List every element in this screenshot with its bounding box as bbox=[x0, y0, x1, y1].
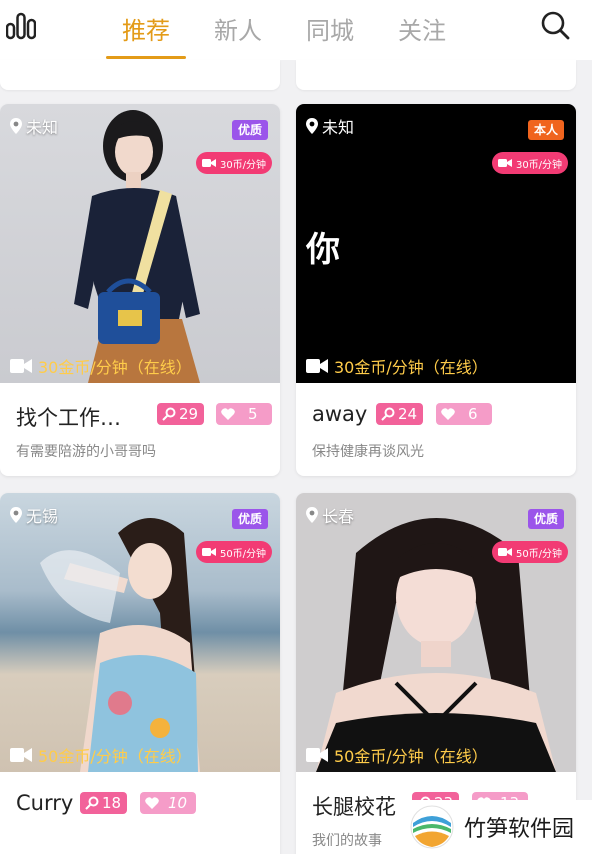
user-bio: 有需要陪游的小哥哥吗 bbox=[16, 444, 156, 460]
location-label: 长春 bbox=[304, 503, 354, 527]
key-icon bbox=[85, 796, 99, 810]
key-stat: 24 bbox=[376, 403, 424, 425]
user-photo[interactable]: 无锡 优质 50币/分钟 50金币/分钟（在线） bbox=[0, 493, 280, 772]
user-photo[interactable]: 未知 优质 30币/分钟 30金币/分钟（在线） bbox=[0, 104, 280, 383]
tab-same-city[interactable]: 同城 bbox=[284, 12, 376, 56]
heart-icon bbox=[221, 408, 235, 420]
user-bio: 保持健康再谈风光 bbox=[312, 444, 424, 460]
user-photo[interactable]: 长春 优质 50币/分钟 50金币/分钟（在线） bbox=[296, 493, 576, 772]
heart-icon bbox=[145, 797, 159, 809]
heart-stat: 5 bbox=[216, 403, 272, 425]
location-pin-icon bbox=[10, 507, 22, 523]
search-icon[interactable] bbox=[540, 10, 570, 40]
location-pin-icon bbox=[306, 507, 318, 523]
bar-chart-menu-icon[interactable] bbox=[6, 12, 36, 40]
video-call-price: 50金币/分钟（在线） bbox=[306, 743, 488, 767]
video-call-price: 30金币/分钟（在线） bbox=[306, 354, 488, 378]
user-card[interactable]: 你 未知 本人 30币/分钟 30金币/分钟（在线） away 24 6 保持健… bbox=[296, 104, 576, 476]
key-stat: 18 bbox=[80, 792, 128, 814]
tab-following[interactable]: 关注 bbox=[376, 12, 468, 56]
heart-stat: 10 bbox=[140, 792, 196, 814]
price-pill: 30币/分钟 bbox=[492, 152, 568, 174]
video-camera-icon bbox=[201, 159, 216, 167]
tab-recommend[interactable]: 推荐 bbox=[100, 12, 192, 59]
category-tabs: 推荐 新人 同城 关注 bbox=[100, 12, 468, 59]
location-pin-icon bbox=[10, 118, 22, 134]
user-card[interactable]: 无锡 优质 50币/分钟 50金币/分钟（在线） Curry 18 10 bbox=[0, 493, 280, 854]
price-pill: 50币/分钟 bbox=[492, 541, 568, 563]
video-camera-icon bbox=[306, 748, 328, 762]
location-label: 未知 bbox=[304, 114, 354, 138]
quality-badge: 优质 bbox=[231, 120, 268, 140]
video-camera-icon bbox=[10, 748, 32, 762]
photo-caption: 你 bbox=[306, 230, 340, 270]
video-camera-icon bbox=[306, 359, 328, 373]
user-name: 找个工作… bbox=[16, 406, 121, 430]
video-camera-icon bbox=[201, 548, 216, 556]
user-bio: 我们的故事 bbox=[312, 833, 382, 849]
price-pill: 50币/分钟 bbox=[196, 541, 272, 563]
video-camera-icon bbox=[497, 548, 512, 556]
location-label: 无锡 bbox=[8, 503, 58, 527]
user-photo[interactable]: 你 未知 本人 30币/分钟 30金币/分钟（在线） bbox=[296, 104, 576, 383]
user-card[interactable]: 未知 优质 30币/分钟 30金币/分钟（在线） 找个工作… 29 5 有需要陪… bbox=[0, 104, 280, 476]
quality-badge: 优质 bbox=[527, 509, 564, 529]
video-call-price: 30金币/分钟（在线） bbox=[10, 354, 192, 378]
key-icon bbox=[162, 407, 176, 421]
card-partial[interactable] bbox=[296, 60, 576, 90]
quality-badge: 优质 bbox=[231, 509, 268, 529]
key-icon bbox=[381, 407, 395, 421]
price-pill: 30币/分钟 bbox=[196, 152, 272, 174]
video-call-price: 50金币/分钟（在线） bbox=[10, 743, 192, 767]
location-pin-icon bbox=[306, 118, 318, 134]
watermark-logo-icon bbox=[410, 805, 454, 849]
heart-stat: 6 bbox=[436, 403, 492, 425]
tab-newcomer[interactable]: 新人 bbox=[192, 12, 284, 56]
watermark: 竹笋软件园 bbox=[404, 800, 592, 854]
video-camera-icon bbox=[10, 359, 32, 373]
video-camera-icon bbox=[497, 159, 512, 167]
top-bar: 推荐 新人 同城 关注 bbox=[0, 0, 592, 60]
location-label: 未知 bbox=[8, 114, 58, 138]
card-partial[interactable] bbox=[0, 60, 280, 90]
heart-icon bbox=[441, 408, 455, 420]
key-stat: 29 bbox=[157, 403, 205, 425]
self-verified-badge: 本人 bbox=[527, 120, 564, 140]
